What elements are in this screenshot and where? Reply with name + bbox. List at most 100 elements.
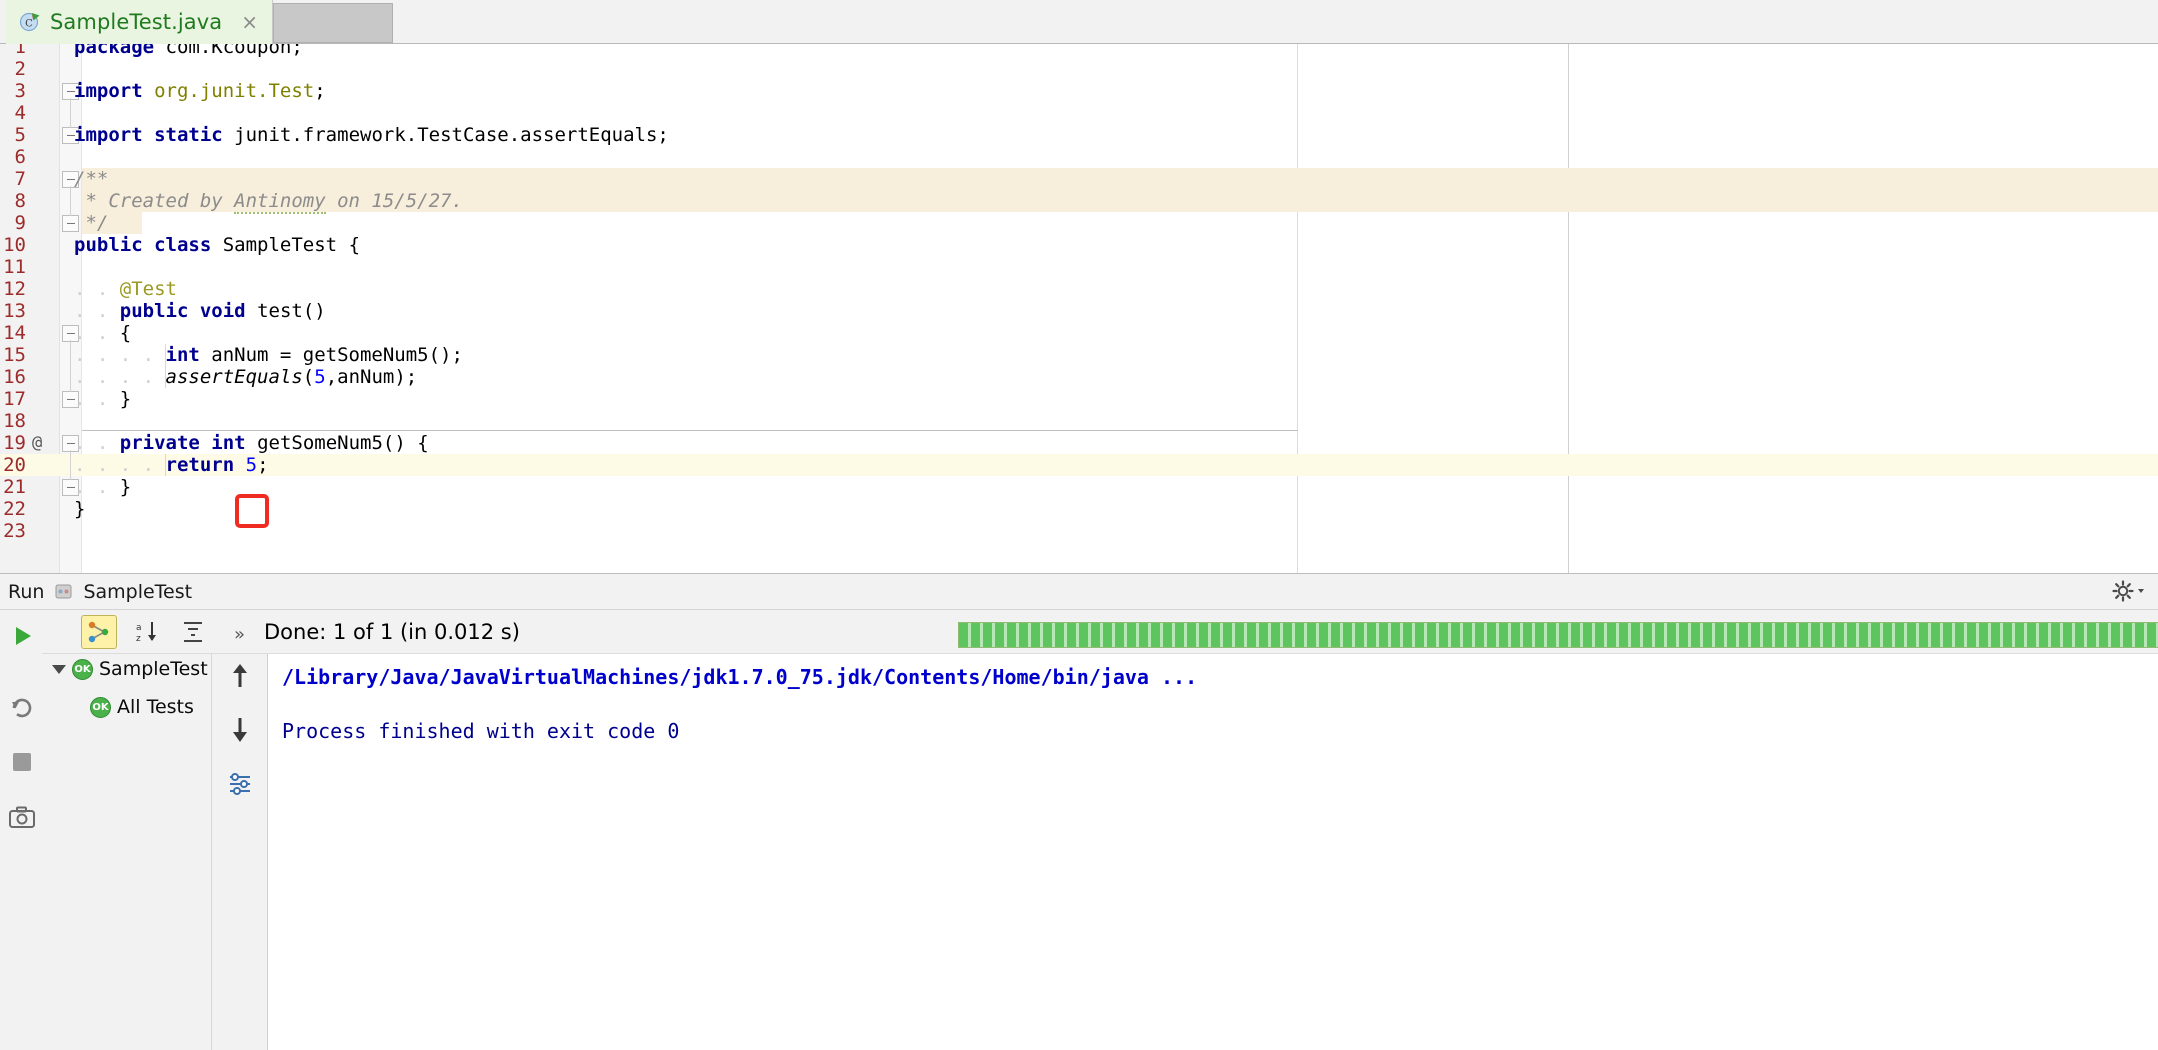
indent-dots: . . (74, 454, 109, 476)
code-token: package (74, 44, 155, 58)
line-number: 23 (3, 520, 26, 542)
double-chevron-right-icon[interactable]: » (234, 624, 245, 645)
close-icon[interactable]: × (241, 10, 258, 34)
line-number: 14 (3, 322, 26, 344)
arrow-up-icon[interactable] (222, 658, 258, 694)
sort-az-icon[interactable]: a z (130, 614, 168, 650)
svg-text:a: a (136, 623, 142, 633)
override-marker-icon[interactable]: @ (32, 432, 54, 454)
test-results-tree[interactable]: OK SampleTest ( OK All Tests (42, 654, 221, 1050)
svg-text:C: C (25, 19, 33, 30)
test-progress-fill (959, 623, 2158, 647)
editor-tab-label: SampleTest.java (50, 10, 223, 34)
line-number: 5 (14, 124, 26, 146)
line-number: 7 (14, 168, 26, 190)
code-token: SampleTest { (211, 234, 361, 256)
code-text-area[interactable]: 1 package com.Kcoupon; 2 3 import org.junit.… (0, 44, 2158, 573)
code-line[interactable]: } (74, 498, 85, 520)
code-token: @Test (119, 278, 177, 300)
code-token: int (165, 344, 200, 366)
code-token: class (154, 234, 212, 256)
indent-dots: . . (74, 300, 109, 322)
code-token: } (74, 498, 86, 520)
collapse-all-icon[interactable] (174, 614, 212, 650)
line-number: 20 (3, 454, 26, 476)
editor-tab-bar: C SampleTest.java × (0, 0, 2158, 44)
javadoc-highlight (82, 168, 2158, 190)
code-token: */ (74, 212, 109, 234)
code-token: void (199, 300, 246, 322)
test-status-text: Done: 1 of 1 (in 0.012 s) (264, 620, 520, 644)
indent-dots: . . (74, 432, 109, 454)
code-token: junit.framework.TestCase.assertEquals; (222, 124, 669, 146)
gear-icon[interactable] (2112, 580, 2134, 607)
line-number: 8 (14, 190, 26, 212)
java-class-run-icon: C (19, 11, 41, 33)
code-token: int (211, 432, 246, 454)
line-number: 15 (3, 344, 26, 366)
line-number: 11 (3, 256, 26, 278)
indent-guide (165, 454, 167, 476)
run-configuration-name[interactable]: SampleTest (83, 581, 192, 603)
run-results-toolbar: a z » Done: 1 of 1 (in 0.012 s) (42, 610, 2158, 654)
code-token: import (74, 124, 143, 146)
test-passed-icon: OK (90, 696, 111, 718)
code-editor[interactable]: 1 package com.Kcoupon; 2 3 import org.junit.… (0, 44, 2158, 573)
arrow-down-icon[interactable] (222, 712, 258, 748)
console-line: /Library/Java/JavaVirtualMachines/jdk1.7… (282, 665, 1198, 689)
line-number: 19 (3, 432, 26, 454)
code-token: org.junit.Test (154, 80, 315, 102)
code-token: * Created by (74, 190, 235, 212)
code-line[interactable]: */ (74, 212, 108, 234)
triangle-down-icon[interactable] (52, 664, 66, 674)
rerun-failed-icon[interactable] (4, 690, 40, 726)
test-progress-bar (958, 622, 2158, 648)
code-line[interactable]: public class SampleTest { (74, 234, 360, 256)
indent-dots: . . (74, 278, 109, 300)
run-settings-group[interactable] (2112, 580, 2146, 607)
stop-square-icon[interactable] (4, 744, 40, 780)
fold-region-line (70, 340, 71, 392)
editor-tab-sampletest-java[interactable]: C SampleTest.java × (6, 0, 274, 44)
code-token: 5 (314, 366, 326, 388)
tree-row-all-tests[interactable]: OK All Tests (90, 692, 194, 722)
svg-text:z: z (136, 634, 141, 644)
fold-region-line (70, 186, 71, 216)
line-number: 17 (3, 388, 26, 410)
console-output[interactable]: /Library/Java/JavaVirtualMachines/jdk1.7… (268, 654, 2158, 1050)
camera-icon[interactable] (4, 800, 40, 836)
tab-bar-filler (273, 3, 394, 43)
line-number: 4 (14, 102, 26, 124)
line-number: 10 (3, 234, 26, 256)
run-tool-window: Run SampleTest a z » Done: 1 of 1 (in 0.… (0, 573, 2158, 1050)
settings-list-icon[interactable] (222, 766, 258, 802)
line-number: 3 (14, 80, 26, 102)
indent-dots: . . (74, 366, 109, 388)
indent-dots: . . (74, 344, 109, 366)
code-line[interactable]: /** (74, 168, 108, 190)
code-token: on 15/5/27. (325, 190, 463, 212)
line-number: 2 (14, 58, 26, 80)
code-line[interactable]: package com.Kcoupon; (74, 44, 303, 58)
code-line[interactable]: import static junit.framework.TestCase.a… (74, 124, 669, 146)
code-line[interactable]: public void test() (74, 300, 326, 322)
code-line[interactable]: private int getSomeNum5() { (74, 432, 429, 454)
run-window-title: Run (8, 580, 45, 603)
rerun-button[interactable] (4, 618, 40, 654)
method-separator (82, 430, 1298, 431)
line-number: 9 (14, 212, 26, 234)
line-number: 22 (3, 498, 26, 520)
test-tree-icon[interactable] (80, 614, 118, 650)
code-line[interactable]: import org.junit.Test; (74, 80, 326, 102)
line-number: 6 (14, 146, 26, 168)
code-line[interactable]: * Created by Antinomy on 15/5/27. (74, 190, 463, 214)
tree-row-sampletest[interactable]: OK SampleTest ( (52, 654, 221, 684)
line-number: 13 (3, 300, 26, 322)
code-token: getSomeNum5() { (245, 432, 429, 454)
fold-region-line (70, 98, 71, 128)
code-token: assertEquals (165, 366, 303, 388)
code-token: ; (257, 454, 269, 476)
chevron-down-icon[interactable] (2136, 580, 2146, 607)
